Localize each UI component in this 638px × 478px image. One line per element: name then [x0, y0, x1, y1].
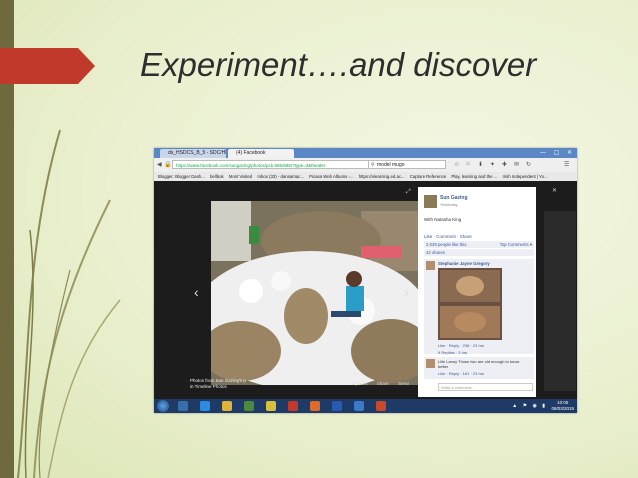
title-arrow-icon: [0, 48, 95, 84]
ie-icon[interactable]: [200, 401, 210, 411]
comment-actions[interactable]: Like · Reply · 238 · 23 hrs: [438, 343, 484, 348]
next-photo-icon[interactable]: ›: [404, 284, 409, 300]
bookmark-item[interactable]: Blogger: Blogger Dash...: [158, 174, 205, 179]
download-icon[interactable]: ⬇: [478, 161, 483, 168]
media-icon[interactable]: [244, 401, 254, 411]
app-icon[interactable]: [310, 401, 320, 411]
browser-tab-bar: ds_HSDCS_B_5 - SDC/HEB... (4) Facebook —…: [154, 148, 577, 158]
bookmark-item[interactable]: Capture Reference: [410, 174, 446, 179]
comment-item: Lille Lanny Those two are old enough to …: [424, 357, 534, 379]
pin-icon[interactable]: ✚: [502, 161, 507, 168]
back-icon[interactable]: ◀: [157, 161, 162, 168]
browser-screenshot: ds_HSDCS_B_5 - SDC/HEB... (4) Facebook —…: [154, 148, 577, 413]
avatar[interactable]: [426, 359, 435, 368]
word-icon[interactable]: [354, 401, 364, 411]
star-icon[interactable]: ☆: [454, 161, 459, 168]
url-field[interactable]: https://www.facebook.com/sungazing/photo…: [172, 160, 372, 169]
avatar[interactable]: [426, 261, 435, 270]
replies-link[interactable]: 9 Replies · 3 hrs: [438, 350, 467, 355]
fullscreen-icon[interactable]: ⤢: [406, 189, 411, 196]
browser-tab-2[interactable]: (4) Facebook: [228, 149, 294, 158]
home-icon[interactable]: ⌂: [466, 161, 470, 167]
top-comments-dropdown[interactable]: Top Comments ▾: [500, 241, 532, 248]
share-icon[interactable]: ✉: [514, 161, 519, 168]
bookmark-item[interactable]: bellbok: [210, 174, 224, 179]
send-link[interactable]: Send: [398, 381, 409, 386]
post-actions[interactable]: Like · Comment · Share: [424, 234, 472, 239]
share-link[interactable]: Share: [377, 381, 389, 386]
bookmark-item[interactable]: Play, learning and the ...: [451, 174, 497, 179]
outlook-icon[interactable]: [332, 401, 342, 411]
address-bar: ◀ 🔒 https://www.facebook.com/sungazing/p…: [154, 158, 577, 173]
lock-icon: 🔒: [164, 162, 172, 168]
bookmark-item[interactable]: Inbox (33) - dansamac...: [257, 174, 304, 179]
close-icon[interactable]: ✕: [552, 187, 557, 194]
facebook-photo-theater: ⤢ ✕ ‹ › Photos from Sun Gazing's p in Ti…: [154, 181, 577, 399]
chrome-icon[interactable]: [266, 401, 276, 411]
firefox-icon[interactable]: [288, 401, 298, 411]
photo-kids-pillows[interactable]: [211, 201, 419, 385]
comment-actions[interactable]: Like · Reply · 161 · 23 hrs: [438, 371, 484, 376]
comment-item: Stephanie Jayne Gregory Like · Reply · 2…: [424, 259, 534, 355]
menu-icon[interactable]: ☰: [564, 161, 569, 168]
shares-count[interactable]: 42 shares: [424, 249, 534, 256]
windows-start-icon[interactable]: [157, 400, 169, 412]
folder-icon[interactable]: [222, 401, 232, 411]
tagged-with: With Natasha King: [424, 217, 462, 222]
comment-text: Lille Lanny Those two are old enough to …: [438, 359, 520, 369]
browser-tab-1[interactable]: ds_HSDCS_B_5 - SDC/HEB...: [160, 149, 226, 158]
bookmark-item[interactable]: https://elearning.ed.ac...: [359, 174, 405, 179]
window-controls[interactable]: — ▢ ✕: [540, 149, 575, 156]
photo-options-bar: Options Share Send Like: [344, 381, 426, 386]
bookmark-item[interactable]: Irish Independent | Yo...: [503, 174, 548, 179]
explorer-icon[interactable]: [178, 401, 188, 411]
page-name-link[interactable]: Sun Gazing: [440, 195, 468, 201]
likes-summary: 2,029 people like this. Top Comments ▾: [424, 241, 534, 248]
reload-icon[interactable]: ↻: [526, 161, 531, 168]
powerpoint-icon[interactable]: [376, 401, 386, 411]
bookmark-item[interactable]: Most Visited: [229, 174, 252, 179]
system-tray[interactable]: ▲ ⚑ ◉ ▮: [512, 403, 547, 409]
facebook-side-panel: Sun Gazing Yesterday With Natasha King L…: [418, 187, 536, 397]
photo-caption: Photos from Sun Gazing's p in Timeline P…: [190, 378, 246, 389]
comment-meme-image[interactable]: [438, 268, 502, 340]
bookmark-item[interactable]: Picasa Web Albums -...: [309, 174, 353, 179]
slide-title: Experiment….and discover: [140, 46, 537, 83]
search-input[interactable]: ⚲ model mugo: [368, 160, 446, 169]
previous-photo-icon[interactable]: ‹: [194, 284, 199, 300]
avatar[interactable]: [424, 195, 437, 208]
page-background-content: [544, 211, 576, 391]
write-comment-input[interactable]: Write a comment...: [438, 383, 533, 391]
post-date: Yesterday: [440, 202, 458, 207]
search-icon: ⚲: [371, 162, 375, 168]
commenter-name[interactable]: Stephanie Jayne Gregory: [438, 261, 490, 266]
taskbar-clock[interactable]: 10:05 08/03/2015: [551, 400, 574, 412]
addon-icon[interactable]: ✦: [490, 161, 495, 168]
windows-taskbar: ▲ ⚑ ◉ ▮ 10:05 08/03/2015: [154, 399, 577, 413]
options-link[interactable]: Options: [352, 381, 368, 386]
